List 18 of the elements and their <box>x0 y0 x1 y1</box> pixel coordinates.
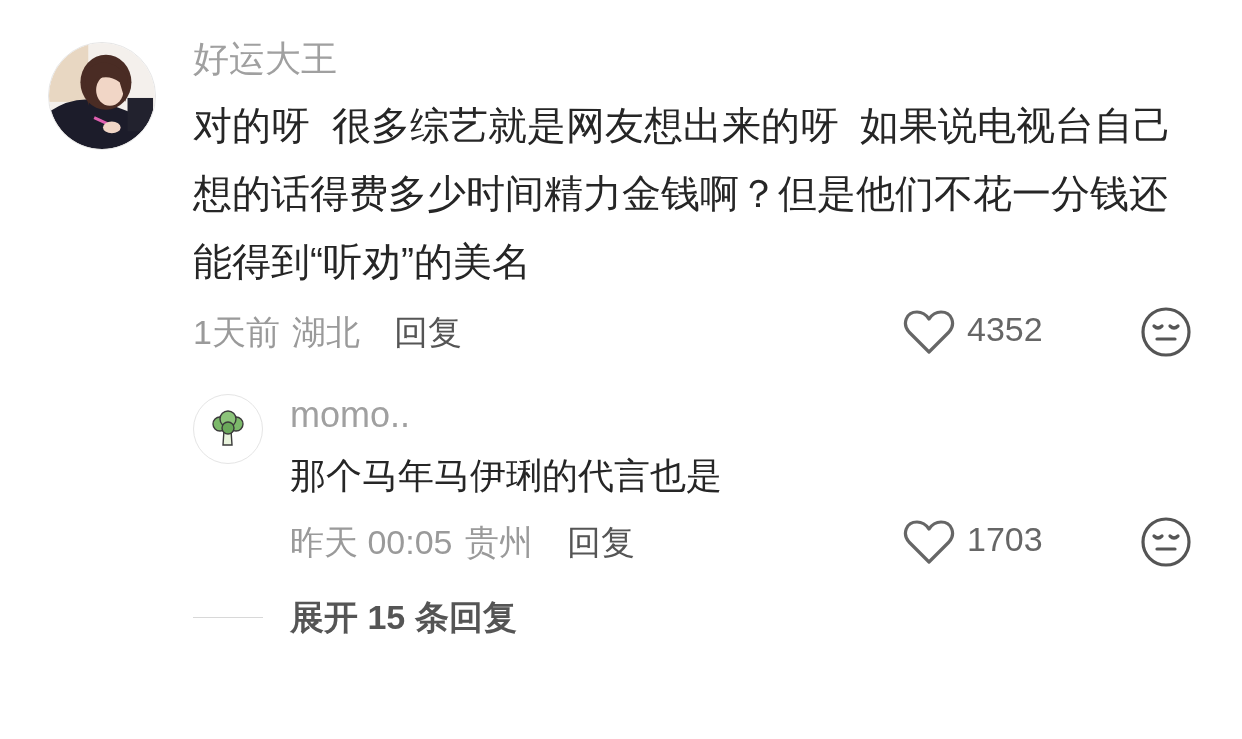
username: 好运大王 <box>193 37 338 81</box>
broccoli-icon <box>210 410 246 448</box>
username: momo.. <box>290 393 412 437</box>
comment-text: 那个马年马伊琍的代言也是 <box>290 454 723 498</box>
comment-text: 对的呀 很多综艺就是网友想出来的呀 如果说电视台自己想的话得费多少时间精力金钱啊？但是他们不花一分钱还能得到“听劝”的美名 <box>193 103 1174 285</box>
reply-button[interactable]: 回复 <box>566 516 635 568</box>
face-icon[interactable] <box>1140 516 1192 568</box>
comment-time: 昨天 00:05 <box>290 521 453 563</box>
heart-icon[interactable] <box>903 519 955 565</box>
like-count: 4352 <box>967 308 1043 350</box>
face-icon[interactable] <box>1140 306 1192 358</box>
comment-location: 湖北 <box>291 311 360 353</box>
comment-location: 贵州 <box>464 521 533 563</box>
reply-button[interactable]: 回复 <box>393 306 462 358</box>
expand-replies-button[interactable]: 展开 15 条回复 <box>290 592 517 643</box>
comment-time: 1天前 <box>193 311 280 353</box>
like-count: 1703 <box>967 518 1043 560</box>
heart-icon[interactable] <box>903 309 955 355</box>
